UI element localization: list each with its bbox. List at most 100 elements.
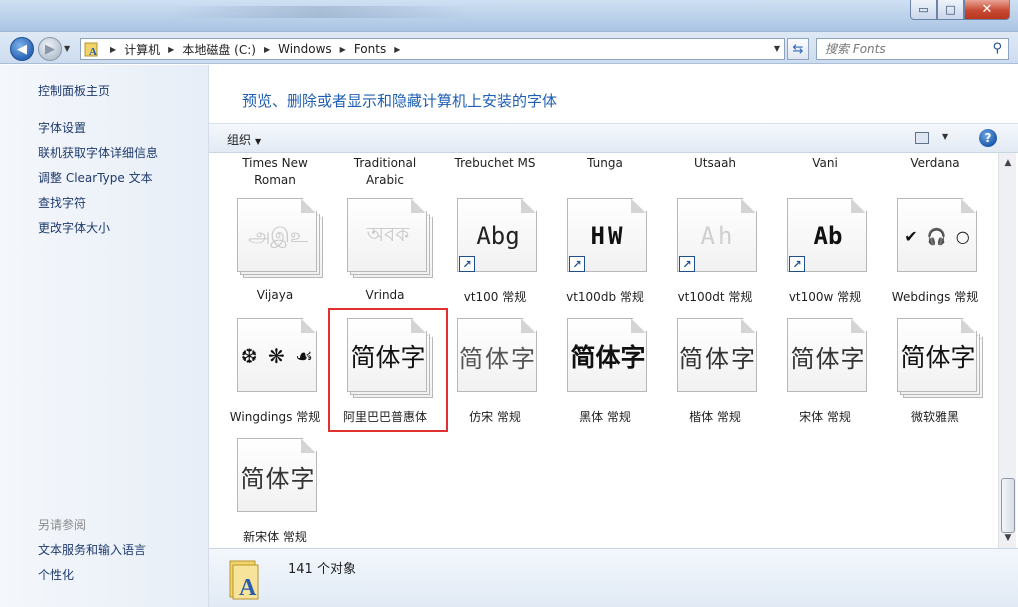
forward-button[interactable]: ▶: [38, 37, 62, 61]
maximize-button[interactable]: □: [937, 0, 964, 20]
font-tile[interactable]: 简体字微软雅黑: [883, 318, 987, 436]
font-sample-text: অবক: [366, 221, 410, 246]
font-tile[interactable]: 简体字 宋体 常规: [773, 318, 877, 436]
font-sample-text: 简体字: [240, 464, 316, 493]
left-task-pane: 控制面板主页 字体设置 联机获取字体详细信息 调整 ClearType 文本 查…: [0, 65, 209, 607]
font-tile-label: vt100 常规: [463, 290, 527, 304]
close-button[interactable]: ✕: [964, 0, 1010, 20]
font-sample-text: 简体字: [350, 343, 426, 372]
personalization-link[interactable]: 个性化: [38, 566, 74, 583]
see-also-heading: 另请参阅: [38, 518, 87, 532]
address-bar[interactable]: A ▶ 计算机 ▶ 本地磁盘 (C:) ▶ Windows ▶ Fonts ▶ …: [80, 38, 785, 60]
font-tile[interactable]: 简体字 阿里巴巴普惠体: [328, 308, 448, 436]
font-sample-text: அஇஉ: [248, 222, 308, 247]
breadcrumb-separator[interactable]: ▶: [388, 45, 406, 54]
breadcrumb-separator[interactable]: ▶: [104, 45, 122, 54]
breadcrumb-separator[interactable]: ▶: [258, 45, 276, 54]
view-options-icon[interactable]: [915, 132, 929, 144]
help-button[interactable]: ?: [979, 129, 997, 147]
svg-text:A: A: [89, 46, 97, 57]
font-sample-text: 简体字: [679, 344, 757, 373]
font-page-icon: 简体字: [237, 438, 317, 512]
scroll-up-arrow-icon[interactable]: ▲: [999, 155, 1017, 171]
partial-row-labels: Times New Roman Traditional Arabic Trebu…: [209, 155, 998, 191]
shortcut-arrow-icon: ↗: [569, 256, 585, 272]
font-tile[interactable]: அஇஉ Vijaya: [223, 198, 327, 316]
font-label-tunga[interactable]: Tunga: [553, 155, 657, 172]
back-button[interactable]: ◀: [10, 37, 34, 61]
shortcut-arrow-icon: ↗: [789, 256, 805, 272]
breadcrumb-local-disk[interactable]: 本地磁盘 (C:): [180, 41, 258, 58]
font-tile[interactable]: 简体字 黑体 常规: [553, 318, 657, 436]
get-font-info-online-link[interactable]: 联机获取字体详细信息: [38, 144, 158, 161]
font-preview-icon: ✔ 🎧 ○: [897, 198, 983, 274]
font-preview-icon: 简体字: [347, 318, 433, 398]
adjust-cleartype-link[interactable]: 调整 ClearType 文本: [38, 169, 153, 186]
vertical-scrollbar[interactable]: ▲ ▼: [998, 153, 1016, 548]
font-sample-text: 简体字: [900, 343, 976, 372]
breadcrumb-separator[interactable]: ▶: [334, 45, 352, 54]
font-tile[interactable]: Ah ↗ vt100dt 常规: [663, 198, 767, 316]
breadcrumb-computer[interactable]: 计算机: [122, 41, 162, 58]
font-tile-label: 微软雅黑: [910, 410, 959, 424]
font-settings-link[interactable]: 字体设置: [38, 119, 86, 136]
font-page-icon: 简体字: [567, 318, 647, 392]
font-tile-label: 黑体 常规: [579, 410, 631, 424]
font-page-icon: 简体字: [457, 318, 537, 392]
arrow-left-icon: ◀: [17, 41, 27, 57]
breadcrumb-fonts[interactable]: Fonts: [352, 42, 388, 56]
font-tile[interactable]: 简体字 新宋体 常规: [223, 438, 327, 548]
font-label-utsaah[interactable]: Utsaah: [663, 155, 767, 172]
object-count: 141 个对象: [288, 562, 356, 577]
recent-pages-dropdown[interactable]: ▼: [64, 44, 70, 53]
search-input[interactable]: [825, 42, 990, 56]
font-label-trebuchet-ms[interactable]: Trebuchet MS: [443, 155, 547, 172]
font-tile-label: 楷体 常规: [689, 410, 741, 424]
font-tile[interactable]: Abg ↗ vt100 常规: [443, 198, 547, 316]
font-tile[interactable]: ❆ ❋ ☙ Wingdings 常规: [223, 318, 327, 436]
font-page-icon: அஇஉ: [237, 198, 317, 272]
font-label-traditional-arabic[interactable]: Traditional Arabic: [333, 155, 437, 189]
refresh-icon: ⇆: [792, 41, 804, 57]
shortcut-arrow-icon: ↗: [679, 256, 695, 272]
breadcrumb-windows[interactable]: Windows: [276, 42, 334, 56]
chevron-down-icon: ▼: [255, 137, 262, 146]
font-tile[interactable]: অবক Vrinda: [333, 198, 437, 316]
window-controls: ▭ □ ✕: [910, 0, 1010, 20]
font-tile[interactable]: HW ↗ vt100db 常规: [553, 198, 657, 316]
font-tile[interactable]: 简体字 仿宋 常规: [443, 318, 547, 436]
font-page-icon: 简体字: [787, 318, 867, 392]
font-tile-label: vt100db 常规: [566, 290, 644, 304]
view-options-dropdown[interactable]: ▼: [942, 132, 948, 141]
font-tile[interactable]: 简体字 楷体 常规: [663, 318, 767, 436]
find-character-link[interactable]: 查找字符: [38, 194, 86, 211]
font-tile[interactable]: ✔ 🎧 ○ Webdings 常规: [883, 198, 987, 316]
breadcrumb-separator[interactable]: ▶: [162, 45, 180, 54]
scrollbar-thumb[interactable]: [1001, 478, 1015, 533]
font-sample-text: 简体字: [790, 344, 866, 373]
content-pane: 预览、删除或者显示和隐藏计算机上安装的字体 组织 ▼ ▼ ? Times New …: [209, 65, 1018, 607]
font-tile[interactable]: Ab ↗ vt100w 常规: [773, 198, 877, 316]
font-label-verdana[interactable]: Verdana: [883, 155, 987, 172]
font-label-times-new-roman[interactable]: Times New Roman: [223, 155, 327, 189]
scroll-down-arrow-icon[interactable]: ▼: [999, 530, 1017, 546]
font-sample-text: 简体字: [459, 344, 537, 373]
arrow-right-icon: ▶: [45, 41, 55, 57]
font-sample-text: ✔ 🎧 ○: [904, 226, 972, 246]
refresh-button[interactable]: ⇆: [787, 38, 809, 60]
font-preview-icon: Abg ↗: [457, 198, 543, 274]
font-tile-label: vt100w 常规: [788, 290, 862, 304]
minimize-button[interactable]: ▭: [910, 0, 937, 20]
control-panel-home-link[interactable]: 控制面板主页: [38, 82, 110, 99]
address-history-dropdown[interactable]: ▼: [774, 44, 780, 53]
search-icon[interactable]: ⚲: [992, 41, 1002, 56]
search-box[interactable]: ⚲: [816, 38, 1009, 60]
font-label-vani[interactable]: Vani: [773, 155, 877, 172]
font-grid: Times New Roman Traditional Arabic Trebu…: [209, 153, 998, 548]
text-services-link[interactable]: 文本服务和输入语言: [38, 541, 146, 558]
svg-text:A: A: [239, 575, 257, 601]
font-preview-icon: 简体字: [677, 318, 763, 394]
organize-menu[interactable]: 组织 ▼: [227, 131, 261, 148]
change-font-size-link[interactable]: 更改字体大小: [38, 219, 110, 236]
fonts-folder-icon: A: [84, 42, 98, 57]
